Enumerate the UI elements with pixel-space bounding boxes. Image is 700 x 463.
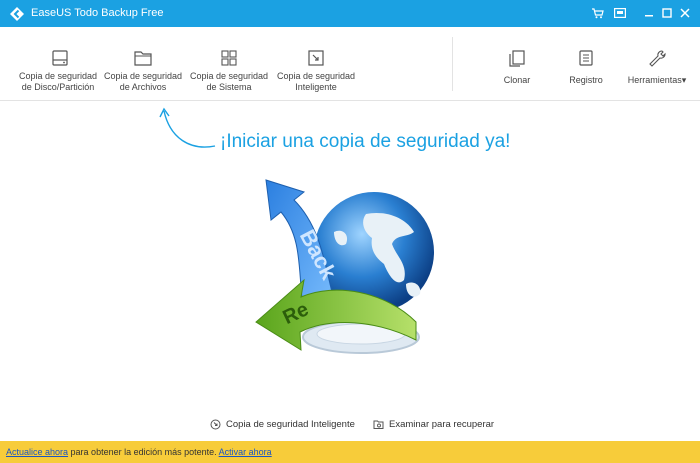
- app-logo-icon: [10, 7, 24, 21]
- folder-icon: [134, 51, 152, 66]
- window-title: EaseUS Todo Backup Free: [31, 7, 164, 19]
- upgrade-message: para obtener la edición más potente.: [68, 447, 219, 457]
- toolbar-divider: [452, 37, 453, 91]
- disk-backup-button[interactable]: Copia de seguridad de Disco/Partición: [14, 27, 102, 101]
- log-label: Registro: [569, 75, 603, 85]
- activate-now-link[interactable]: Activar ahora: [219, 447, 272, 457]
- minimize-icon[interactable]: [641, 5, 657, 21]
- smart-backup-link[interactable]: Copia de seguridad Inteligente: [210, 419, 355, 430]
- smart-backup-link-label: Copia de seguridad Inteligente: [226, 419, 355, 430]
- backup-globe-illustration: Back Re: [255, 179, 434, 354]
- curved-arrow-icon: [159, 107, 216, 148]
- disk-backup-label-2: de Disco/Partición: [21, 82, 95, 92]
- maximize-icon[interactable]: [659, 5, 675, 21]
- system-backup-label-2: de Sistema: [206, 82, 252, 92]
- app-window: EaseUS Todo Backup Free Copia de segurid…: [0, 0, 700, 463]
- chevron-down-icon: ▾: [681, 75, 687, 85]
- smart-backup-icon: [308, 50, 324, 66]
- smart-backup-label-2: Inteligente: [295, 82, 337, 92]
- tools-label: Herramientas: [627, 75, 682, 85]
- system-backup-button[interactable]: Copia de seguridad de Sistema: [189, 27, 269, 101]
- system-backup-label-1: Copia de seguridad: [189, 71, 269, 81]
- title-bar: EaseUS Todo Backup Free: [0, 0, 700, 27]
- log-icon: [579, 50, 593, 66]
- log-button[interactable]: Registro: [562, 27, 610, 101]
- file-backup-label-1: Copia de seguridad: [103, 71, 183, 81]
- close-icon[interactable]: [677, 5, 693, 21]
- update-now-link[interactable]: Actualice ahora: [6, 447, 68, 457]
- cart-icon[interactable]: [590, 5, 606, 21]
- hard-disk-icon: [52, 50, 68, 66]
- tools-menu-button[interactable]: Herramientas▾: [624, 27, 690, 101]
- start-backup-headline: ¡Iniciar una copia de seguridad ya!: [220, 131, 511, 152]
- screen-icon[interactable]: [612, 5, 628, 21]
- browse-recover-link[interactable]: Examinar para recuperar: [373, 419, 494, 430]
- smart-backup-button[interactable]: Copia de seguridad Inteligente: [276, 27, 356, 101]
- browse-folder-icon: [373, 420, 384, 429]
- file-backup-label-2: de Archivos: [119, 82, 167, 92]
- wrench-icon: [649, 50, 666, 67]
- windows-icon: [221, 50, 237, 66]
- smart-backup-label-1: Copia de seguridad: [276, 71, 356, 81]
- upgrade-status-bar: Actualice ahora para obtener la edición …: [0, 441, 700, 463]
- disk-backup-label-1: Copia de seguridad: [18, 71, 98, 81]
- clone-label: Clonar: [503, 75, 531, 85]
- smart-backup-small-icon: [210, 419, 221, 430]
- clone-icon: [509, 50, 525, 67]
- file-backup-button[interactable]: Copia de seguridad de Archivos: [103, 27, 183, 101]
- browse-recover-link-label: Examinar para recuperar: [389, 419, 495, 430]
- toolbar: Copia de seguridad de Disco/Partición Co…: [0, 27, 700, 101]
- clone-button[interactable]: Clonar: [494, 27, 540, 101]
